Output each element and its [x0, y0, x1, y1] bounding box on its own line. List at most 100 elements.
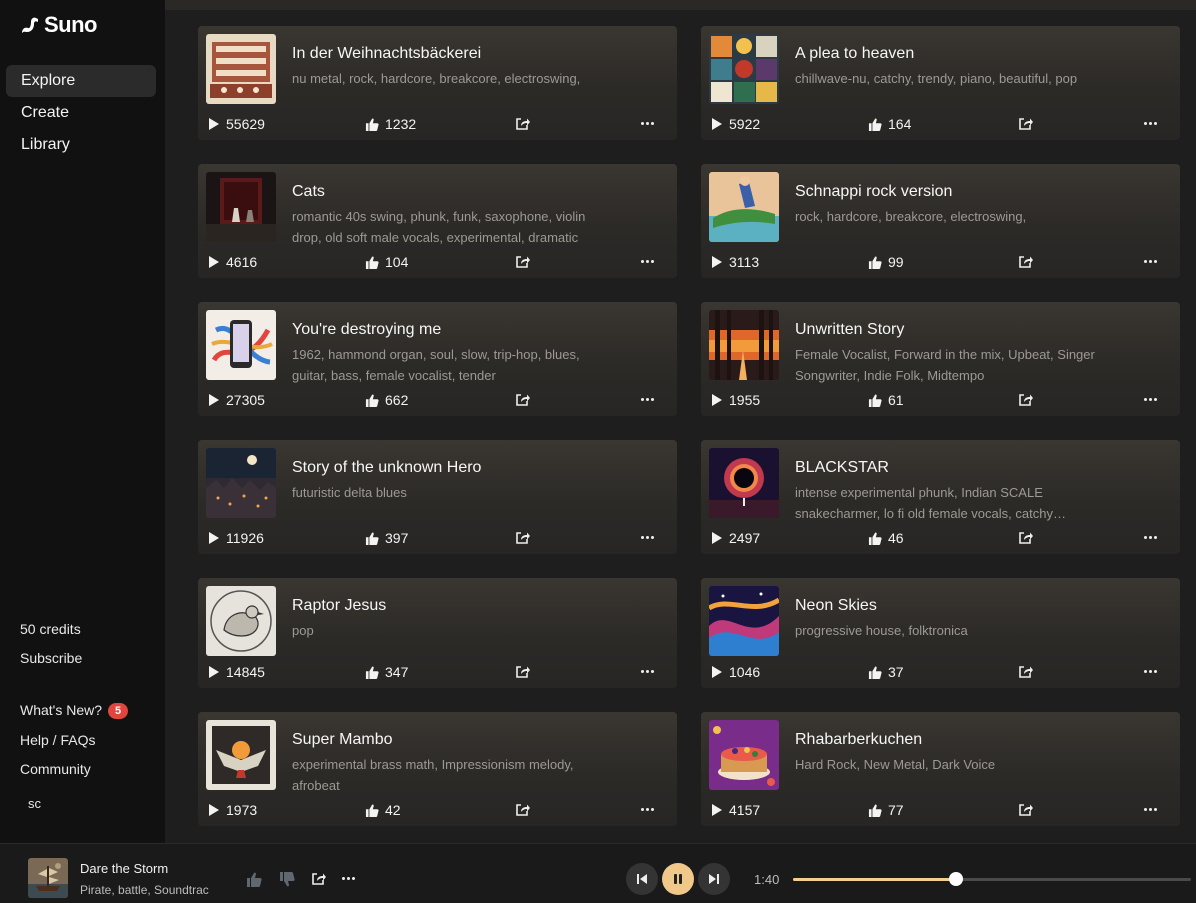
song-title[interactable]: Unwritten Story — [795, 321, 904, 339]
more-options-icon[interactable] — [1144, 260, 1158, 264]
song-title[interactable]: In der Weihnachtsbäckerei — [292, 45, 481, 63]
share-button[interactable] — [515, 393, 530, 412]
more-options-icon[interactable] — [1144, 670, 1158, 674]
thumbs-down-icon[interactable] — [279, 872, 295, 887]
song-card[interactable]: Neon Skies progressive house, folktronica… — [701, 578, 1180, 688]
play-count-button[interactable]: 1955 — [711, 392, 760, 408]
seek-bar[interactable] — [793, 872, 1191, 886]
song-cover[interactable] — [709, 586, 779, 656]
song-title[interactable]: A plea to heaven — [795, 45, 914, 63]
nav-explore[interactable]: Explore — [6, 65, 156, 97]
song-cover[interactable] — [206, 172, 276, 242]
more-options-icon[interactable] — [641, 808, 655, 812]
share-button[interactable] — [515, 117, 530, 136]
song-card[interactable]: A plea to heaven chillwave-nu, catchy, tr… — [701, 26, 1180, 140]
like-button[interactable]: 1232 — [365, 116, 416, 132]
play-count-button[interactable]: 5922 — [711, 116, 760, 132]
song-card[interactable]: Schnappi rock version rock, hardcore, bre… — [701, 164, 1180, 278]
play-count-button[interactable]: 4157 — [711, 802, 760, 818]
play-count-button[interactable]: 3113 — [711, 254, 759, 270]
more-options-icon[interactable] — [1144, 398, 1158, 402]
share-button[interactable] — [1018, 531, 1033, 550]
whats-new-link[interactable]: What's New? 5 — [20, 702, 129, 719]
more-options-icon[interactable] — [641, 122, 655, 126]
song-card[interactable]: Super Mambo experimental brass math, Impr… — [198, 712, 677, 826]
song-cover[interactable] — [709, 34, 779, 104]
song-title[interactable]: Super Mambo — [292, 731, 393, 749]
like-button[interactable]: 37 — [868, 664, 904, 680]
share-button[interactable] — [1018, 665, 1033, 684]
suno-logo[interactable]: Suno — [20, 12, 98, 38]
now-playing-title[interactable]: Dare the Storm — [80, 861, 168, 876]
like-button[interactable]: 46 — [868, 530, 904, 546]
song-cover[interactable] — [206, 448, 276, 518]
share-button[interactable] — [515, 665, 530, 684]
like-button[interactable]: 77 — [868, 802, 904, 818]
song-title[interactable]: Rhabarberkuchen — [795, 731, 922, 749]
like-button[interactable]: 42 — [365, 802, 401, 818]
song-cover[interactable] — [206, 310, 276, 380]
song-card[interactable]: You're destroying me 1962, hammond organ,… — [198, 302, 677, 416]
help-link[interactable]: Help / FAQs — [20, 732, 95, 748]
share-button[interactable] — [1018, 255, 1033, 274]
next-button[interactable] — [698, 863, 730, 895]
song-cover[interactable] — [206, 586, 276, 656]
song-cover[interactable] — [206, 34, 276, 104]
song-card[interactable]: Cats romantic 40s swing, phunk, funk, sax… — [198, 164, 677, 278]
more-options-icon[interactable] — [641, 398, 655, 402]
song-title[interactable]: Schnappi rock version — [795, 183, 952, 201]
like-button[interactable]: 662 — [365, 392, 408, 408]
song-card[interactable]: Unwritten Story Female Vocalist, Forward … — [701, 302, 1180, 416]
song-title[interactable]: Raptor Jesus — [292, 597, 386, 615]
song-title[interactable]: BLACKSTAR — [795, 459, 889, 477]
share-button[interactable] — [515, 255, 530, 274]
song-cover[interactable] — [206, 720, 276, 790]
play-count-button[interactable]: 4616 — [208, 254, 257, 270]
more-options-icon[interactable] — [342, 877, 356, 881]
more-options-icon[interactable] — [1144, 536, 1158, 540]
song-title[interactable]: Story of the unknown Hero — [292, 459, 481, 477]
song-card[interactable]: BLACKSTAR intense experimental phunk, Ind… — [701, 440, 1180, 554]
share-button[interactable] — [1018, 803, 1033, 822]
play-count-button[interactable]: 1046 — [711, 664, 760, 680]
more-options-icon[interactable] — [641, 260, 655, 264]
song-cover[interactable] — [709, 720, 779, 790]
like-button[interactable]: 61 — [868, 392, 904, 408]
previous-button[interactable] — [626, 863, 658, 895]
like-button[interactable]: 164 — [868, 116, 911, 132]
user-avatar[interactable]: sc — [28, 796, 41, 811]
play-count-button[interactable]: 2497 — [711, 530, 760, 546]
play-count-button[interactable]: 14845 — [208, 664, 265, 680]
song-title[interactable]: Cats — [292, 183, 325, 201]
thumbs-up-icon[interactable] — [246, 872, 262, 887]
song-title[interactable]: Neon Skies — [795, 597, 877, 615]
play-count-button[interactable]: 55629 — [208, 116, 265, 132]
share-button[interactable] — [1018, 117, 1033, 136]
nav-library[interactable]: Library — [6, 129, 156, 161]
pause-button[interactable] — [662, 863, 694, 895]
song-card[interactable]: Rhabarberkuchen Hard Rock, New Metal, Dar… — [701, 712, 1180, 826]
song-cover[interactable] — [709, 310, 779, 380]
share-icon[interactable] — [311, 872, 326, 886]
share-button[interactable] — [515, 803, 530, 822]
song-card[interactable]: In der Weihnachtsbäckerei nu metal, rock,… — [198, 26, 677, 140]
more-options-icon[interactable] — [1144, 808, 1158, 812]
play-count-button[interactable]: 1973 — [208, 802, 257, 818]
play-count-button[interactable]: 11926 — [208, 530, 264, 546]
seek-handle[interactable] — [949, 872, 964, 886]
like-button[interactable]: 347 — [365, 664, 408, 680]
subscribe-link[interactable]: Subscribe — [20, 650, 82, 666]
more-options-icon[interactable] — [1144, 122, 1158, 126]
community-link[interactable]: Community — [20, 761, 91, 777]
like-button[interactable]: 99 — [868, 254, 904, 270]
share-button[interactable] — [1018, 393, 1033, 412]
like-button[interactable]: 397 — [365, 530, 408, 546]
nav-create[interactable]: Create — [6, 97, 156, 129]
play-count-button[interactable]: 27305 — [208, 392, 265, 408]
more-options-icon[interactable] — [641, 536, 655, 540]
song-cover[interactable] — [709, 172, 779, 242]
song-cover[interactable] — [709, 448, 779, 518]
share-button[interactable] — [515, 531, 530, 550]
song-title[interactable]: You're destroying me — [292, 321, 441, 339]
more-options-icon[interactable] — [641, 670, 655, 674]
